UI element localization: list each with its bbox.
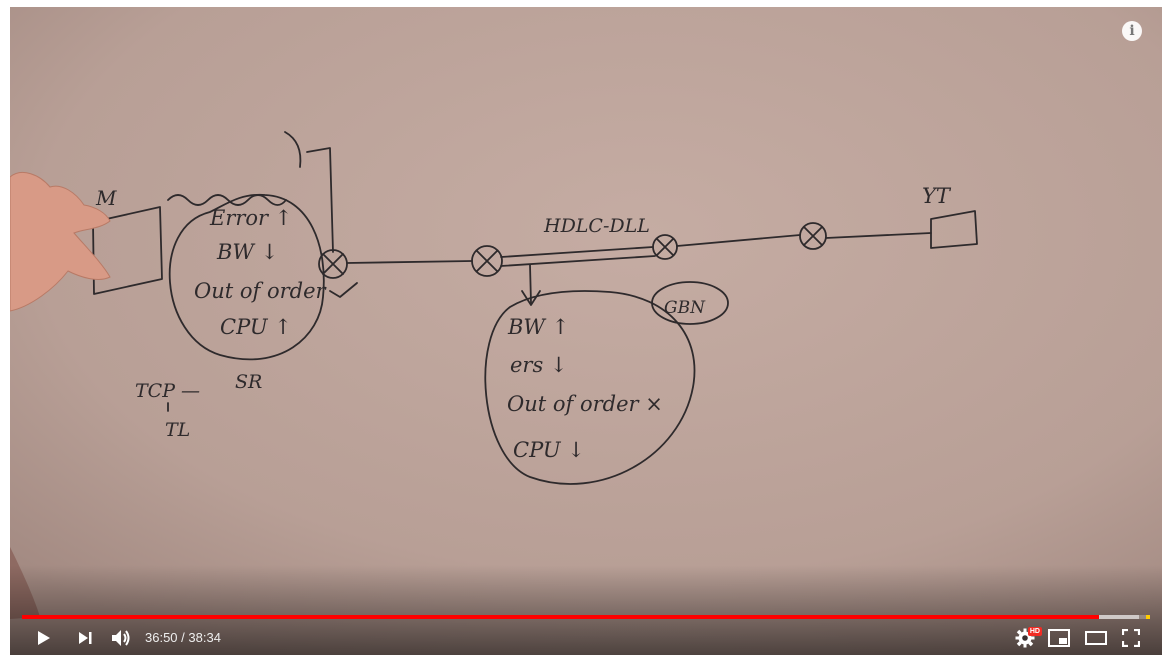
video-frame[interactable]: M Error ↑ BW ↓ Out of order CPU ↑ TCP — … — [10, 7, 1162, 655]
right-bubble-line-1: BW ↑ — [507, 315, 569, 339]
miniplayer-button[interactable] — [1042, 621, 1076, 655]
fullscreen-icon — [1122, 629, 1140, 647]
ad-marker — [1146, 615, 1150, 619]
right-bubble-line-4: CPU ↓ — [513, 438, 585, 462]
left-bubble-line-1: Error ↑ — [209, 206, 292, 230]
duration: 38:34 — [188, 630, 221, 645]
player-controls: 36:50 / 38:34 HD — [10, 621, 1162, 655]
time-display: 36:50 / 38:34 — [145, 630, 221, 645]
hdlc-label: HDLC-DLL — [543, 215, 650, 237]
left-bubble-line-4: CPU ↑ — [220, 315, 292, 339]
settings-button[interactable]: HD — [1008, 621, 1042, 655]
play-button[interactable] — [26, 621, 60, 655]
info-button[interactable]: i — [1122, 21, 1142, 41]
progress-bar[interactable] — [22, 615, 1150, 619]
right-bubble-line-3: Out of order × — [507, 392, 663, 416]
yt-label: YT — [922, 184, 952, 208]
left-box-label: M — [95, 186, 117, 210]
played-bar — [22, 615, 1100, 619]
hd-badge: HD — [1027, 627, 1042, 636]
theater-button[interactable] — [1079, 621, 1113, 655]
next-button[interactable] — [68, 621, 102, 655]
next-icon — [79, 632, 92, 644]
gbn-label: GBN — [664, 298, 706, 318]
sr-label: SR — [235, 371, 262, 393]
time-separator: / — [177, 630, 189, 645]
info-icon: i — [1129, 23, 1135, 39]
left-bubble-line-3: Out of order — [194, 279, 327, 303]
play-icon — [38, 631, 50, 645]
miniplayer-icon — [1048, 629, 1070, 647]
left-bubble-line-2: BW ↓ — [216, 240, 278, 264]
theater-icon — [1085, 631, 1107, 645]
volume-button[interactable] — [104, 621, 138, 655]
fullscreen-button[interactable] — [1114, 621, 1148, 655]
video-player[interactable]: M Error ↑ BW ↓ Out of order CPU ↑ TCP — … — [10, 7, 1162, 655]
right-bubble-line-2: ers ↓ — [510, 353, 568, 377]
current-time: 36:50 — [145, 630, 178, 645]
tl-label: TL — [165, 419, 190, 441]
tcp-label: TCP — — [135, 380, 200, 402]
volume-icon — [112, 630, 130, 646]
